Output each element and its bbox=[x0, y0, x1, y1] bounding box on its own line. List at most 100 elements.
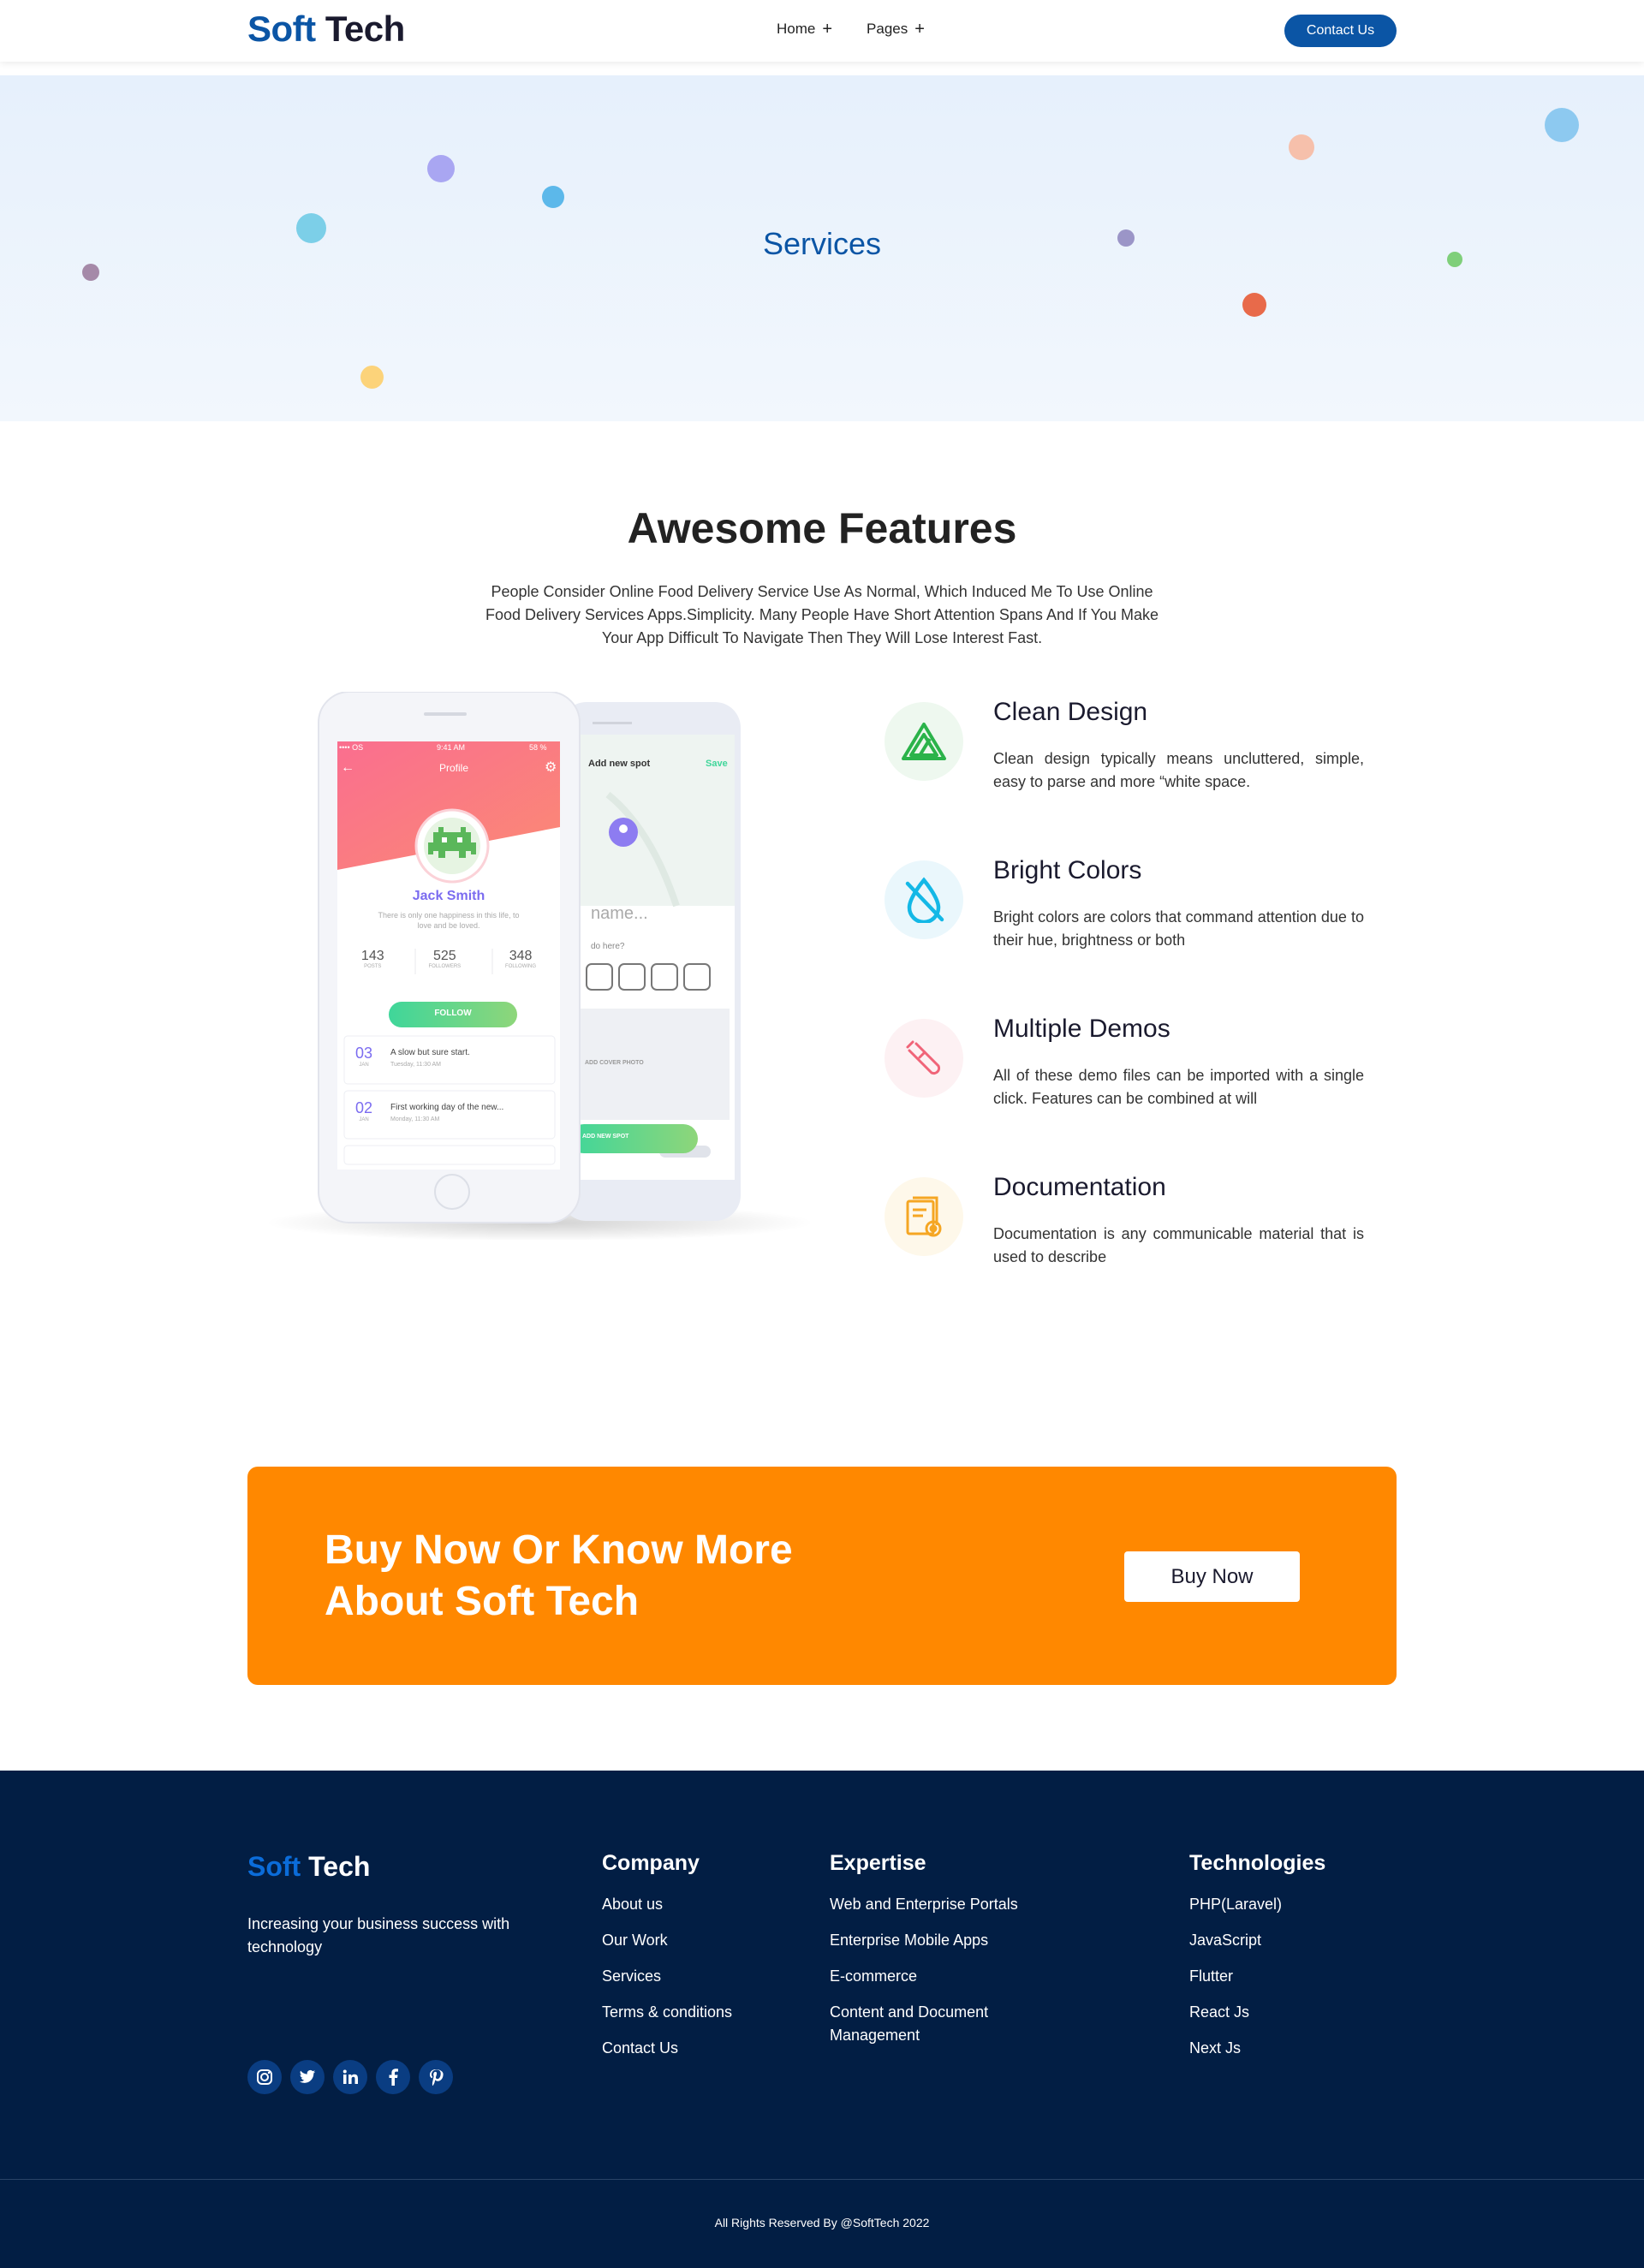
phone-back-save: Save bbox=[706, 759, 728, 769]
test-tube-icon bbox=[885, 1019, 963, 1098]
site-logo[interactable]: Soft Tech bbox=[247, 9, 405, 50]
phone-back-question: do here? bbox=[591, 942, 625, 951]
nav-item-home[interactable]: Home + bbox=[777, 21, 832, 38]
decor-dot bbox=[82, 264, 99, 281]
footer-link-php[interactable]: PHP(Laravel) bbox=[1189, 1893, 1325, 1916]
stat-value: 143 bbox=[360, 949, 384, 963]
footer-link-flutter[interactable]: Flutter bbox=[1189, 1965, 1325, 1988]
phone-follow-button: FOLLOW bbox=[434, 1009, 472, 1018]
phone-stat: 143 POSTS bbox=[361, 949, 384, 969]
feature-text: Clean design typically means uncluttered… bbox=[993, 750, 1364, 790]
stat-value: 525 bbox=[432, 949, 456, 963]
feature-text: All of these demo files can be imported … bbox=[993, 1067, 1364, 1107]
post-day: 02 bbox=[354, 1099, 373, 1116]
phone-stat: 348 FOLLOWING bbox=[505, 949, 536, 969]
post-day: 03 bbox=[354, 1045, 373, 1062]
main-nav: Home + Pages + bbox=[777, 21, 925, 38]
pinterest-icon[interactable] bbox=[419, 2060, 453, 2094]
social-links bbox=[247, 2060, 453, 2094]
stat-value: 348 bbox=[509, 949, 533, 963]
phone-post-title: First working day of the new... bbox=[390, 1103, 504, 1112]
phone-profile-title: Profile bbox=[438, 762, 468, 774]
nav-item-label: Pages bbox=[867, 21, 908, 37]
feature-text: Documentation is any communicable materi… bbox=[993, 1225, 1364, 1265]
feature-name: Documentation bbox=[993, 1173, 1166, 1201]
footer-link-contact-us[interactable]: Contact Us bbox=[602, 2037, 732, 2060]
feature-item: Multiple Demos All of these demo files c… bbox=[885, 1015, 1364, 1173]
page-banner: Services bbox=[0, 75, 1644, 421]
footer-column-company: Company About us Our Work Services Terms… bbox=[602, 1851, 732, 2073]
phone-post-time: Monday, 11:30 AM bbox=[390, 1116, 440, 1122]
feature-name: Bright Colors bbox=[993, 856, 1142, 884]
phone-status-time: 9:41 AM bbox=[437, 743, 466, 752]
decor-dot bbox=[360, 366, 384, 389]
site-footer: Soft Tech Increasing your business succe… bbox=[0, 1771, 1644, 2268]
footer-link-mobile-apps[interactable]: Enterprise Mobile Apps bbox=[830, 1929, 1078, 1952]
back-arrow-icon: ← bbox=[341, 760, 354, 775]
contact-us-button[interactable]: Contact Us bbox=[1284, 15, 1397, 47]
logo-part-soft: Soft bbox=[247, 9, 316, 49]
footer-divider bbox=[0, 2179, 1644, 2180]
footer-column-title: Expertise bbox=[830, 1851, 926, 1875]
footer-link-terms[interactable]: Terms & conditions bbox=[602, 2001, 732, 2024]
footer-link-react[interactable]: React Js bbox=[1189, 2001, 1325, 2024]
nav-item-label: Home bbox=[777, 21, 816, 37]
decor-dot bbox=[427, 155, 455, 182]
footer-copyright: All Rights Reserved By @SoftTech 2022 bbox=[714, 2216, 930, 2229]
nav-item-pages[interactable]: Pages + bbox=[867, 21, 925, 38]
phone-user-bio: There is only one happiness in this life… bbox=[378, 911, 520, 930]
stat-label: POSTS bbox=[364, 964, 382, 969]
stat-label: FOLLOWERS bbox=[428, 964, 462, 969]
instagram-icon[interactable] bbox=[247, 2060, 282, 2094]
phone-status-battery: 58 % bbox=[529, 743, 547, 752]
phone-post-title: A slow but sure start. bbox=[390, 1048, 470, 1057]
cta-banner: Buy Now Or Know More About Soft Tech Buy… bbox=[247, 1467, 1397, 1685]
triangle-logo-icon bbox=[885, 702, 963, 781]
footer-link-web-portals[interactable]: Web and Enterprise Portals bbox=[830, 1893, 1078, 1916]
color-drop-icon bbox=[885, 860, 963, 939]
plus-icon: + bbox=[914, 20, 925, 39]
phone-back-cover: ADD COVER PHOTO bbox=[585, 1060, 644, 1066]
feature-text: Bright colors are colors that command at… bbox=[993, 908, 1364, 949]
phone-stats: 143 POSTS 525 FOLLOWERS 348 FOLLOWING bbox=[339, 949, 558, 969]
footer-logo[interactable]: Soft Tech bbox=[247, 1851, 370, 1883]
phone-back-button: ADD NEW SPOT bbox=[582, 1134, 629, 1140]
feature-name: Multiple Demos bbox=[993, 1015, 1170, 1043]
banner-title: Services bbox=[762, 226, 882, 261]
footer-link-services[interactable]: Services bbox=[602, 1965, 732, 1988]
footer-link-our-work[interactable]: Our Work bbox=[602, 1929, 732, 1952]
feature-name: Clean Design bbox=[993, 698, 1148, 726]
decor-dot bbox=[542, 186, 564, 208]
footer-link-next[interactable]: Next Js bbox=[1189, 2037, 1325, 2060]
phone-post-date: 03 JAN bbox=[351, 1045, 377, 1068]
phone-status-signal: •••• OS bbox=[339, 743, 364, 752]
logo-part-tech: Tech bbox=[325, 9, 405, 49]
phone-user-name: Jack Smith bbox=[412, 889, 485, 903]
phone-stat: 525 FOLLOWERS bbox=[428, 949, 461, 969]
features-title: Awesome Features bbox=[627, 504, 1017, 552]
footer-link-about-us[interactable]: About us bbox=[602, 1893, 732, 1916]
footer-link-content-management[interactable]: Content and Document Management bbox=[830, 2001, 1078, 2047]
footer-column-title: Technologies bbox=[1189, 1851, 1326, 1875]
facebook-icon[interactable] bbox=[376, 2060, 410, 2094]
post-month: JAN bbox=[359, 1117, 369, 1122]
footer-link-ecommerce[interactable]: E-commerce bbox=[830, 1965, 1078, 1988]
feature-item: Bright Colors Bright colors are colors t… bbox=[885, 856, 1364, 1015]
footer-link-javascript[interactable]: JavaScript bbox=[1189, 1929, 1325, 1952]
twitter-icon[interactable] bbox=[290, 2060, 325, 2094]
logo-part-tech: Tech bbox=[308, 1851, 371, 1882]
decor-dot bbox=[1242, 293, 1266, 317]
footer-column-technologies: Technologies PHP(Laravel) JavaScript Flu… bbox=[1189, 1851, 1325, 2073]
linkedin-icon[interactable] bbox=[333, 2060, 367, 2094]
features-list: Clean Design Clean design typically mean… bbox=[885, 698, 1364, 1331]
phones-mockup: •••• OS 9:41 AM 58 % ← Profile ⚙ Jack Sm… bbox=[248, 692, 813, 1240]
footer-column-expertise: Expertise Web and Enterprise Portals Ent… bbox=[830, 1851, 1078, 2060]
site-header: Soft Tech Home + Pages + Contact Us bbox=[0, 0, 1644, 62]
buy-now-button[interactable]: Buy Now bbox=[1124, 1551, 1300, 1602]
phone-post-time: Tuesday, 11:30 AM bbox=[390, 1062, 442, 1068]
decor-dot bbox=[1545, 108, 1579, 142]
feature-item: Documentation Documentation is any commu… bbox=[885, 1173, 1364, 1331]
features-description: People Consider Online Food Delivery Ser… bbox=[485, 583, 1159, 646]
feature-item: Clean Design Clean design typically mean… bbox=[885, 698, 1364, 856]
decor-dot bbox=[1289, 134, 1314, 160]
